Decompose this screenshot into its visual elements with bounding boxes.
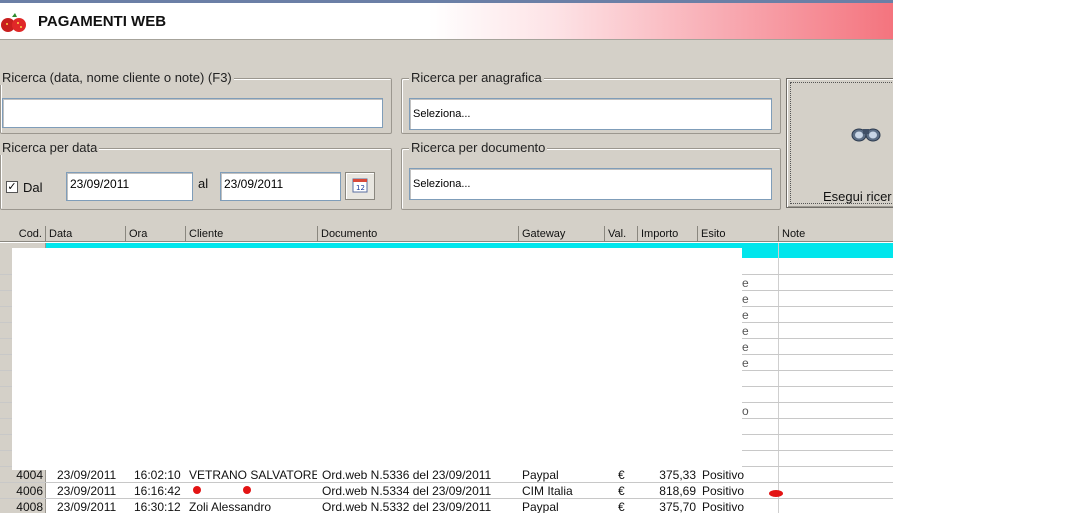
column-header-cod[interactable]: Cod. [0, 226, 46, 242]
date-from-checkbox[interactable]: ✓ [6, 181, 18, 193]
cell-cod: 4006 [16, 484, 43, 498]
cell-ora: 16:16:42 [134, 484, 181, 498]
cell-data: 23/09/2011 [57, 484, 117, 498]
redaction-overlay [12, 248, 742, 470]
cell-documento: Ord.web N.5334 del 23/09/2011 [322, 484, 492, 498]
column-header-cliente[interactable]: Cliente [186, 226, 318, 242]
cell-importo: 375,70 [659, 500, 696, 513]
esito-partial: e [742, 276, 749, 290]
esito-partial: e [742, 324, 749, 338]
text-search-legend: Ricerca (data, nome cliente o note) (F3) [0, 70, 234, 85]
column-header-ora[interactable]: Ora [126, 226, 186, 242]
document-legend: Ricerca per documento [409, 140, 548, 155]
cell-cod: 4008 [16, 500, 43, 513]
esito-partial: e [742, 308, 749, 322]
cell-cliente: Zoli Alessandro [189, 500, 272, 513]
binoculars-icon [851, 128, 881, 142]
execute-search-label: Esegui ricer [823, 189, 892, 204]
strawberry-logo-icon [1, 13, 26, 32]
cell-cliente [189, 483, 317, 499]
cell-data: 23/09/2011 [57, 500, 117, 513]
column-header-note[interactable]: Note [779, 226, 893, 242]
column-header-importo[interactable]: Importo [638, 226, 698, 242]
date-to-input[interactable]: 23/09/2011 [220, 172, 341, 201]
cell-val: € [618, 500, 625, 513]
date-to-label: al [198, 176, 209, 191]
anagrafica-select[interactable]: Seleziona... [409, 98, 772, 130]
svg-text:12: 12 [356, 184, 365, 192]
anagrafica-legend: Ricerca per anagrafica [409, 70, 544, 85]
document-select[interactable]: Seleziona... [409, 168, 772, 200]
esito-partial: e [742, 340, 749, 354]
window-title: PAGAMENTI WEB [38, 13, 167, 30]
esito-partial: o [742, 404, 749, 418]
cell-esito: Positivo [702, 500, 745, 513]
cell-documento: Ord.web N.5332 del 23/09/2011 [322, 500, 492, 513]
date-from-label: Dal [23, 180, 43, 195]
cell-ora: 16:30:12 [134, 500, 181, 513]
redaction-mark [193, 486, 201, 494]
cell-gateway: CIM Italia [522, 484, 573, 498]
cell-esito: Positivo [702, 484, 745, 498]
column-header-data[interactable]: Data [46, 226, 126, 242]
redaction-mark [243, 486, 251, 494]
column-header-esito[interactable]: Esito [698, 226, 779, 242]
cell-val: € [618, 484, 625, 498]
calendar-icon: 12 [352, 178, 368, 193]
esito-partial: e [742, 292, 749, 306]
column-divider [778, 243, 779, 513]
column-header-documento[interactable]: Documento [318, 226, 519, 242]
redaction-mark [769, 490, 783, 497]
column-header-gateway[interactable]: Gateway [519, 226, 605, 242]
title-bar: PAGAMENTI WEB [0, 0, 893, 40]
text-search-input[interactable] [2, 98, 383, 128]
app-window: PAGAMENTI WEB Ricerca (data, nome client… [0, 0, 893, 513]
date-search-legend: Ricerca per data [0, 140, 100, 155]
calendar-button[interactable]: 12 [345, 172, 375, 200]
esito-partial: e [742, 356, 749, 370]
table-header: Cod. Data Ora Cliente Documento Gateway … [0, 226, 893, 242]
column-header-val[interactable]: Val. [605, 226, 638, 242]
cell-gateway: Paypal [522, 500, 559, 513]
date-from-input[interactable]: 23/09/2011 [66, 172, 193, 201]
cell-importo: 818,69 [659, 484, 696, 498]
